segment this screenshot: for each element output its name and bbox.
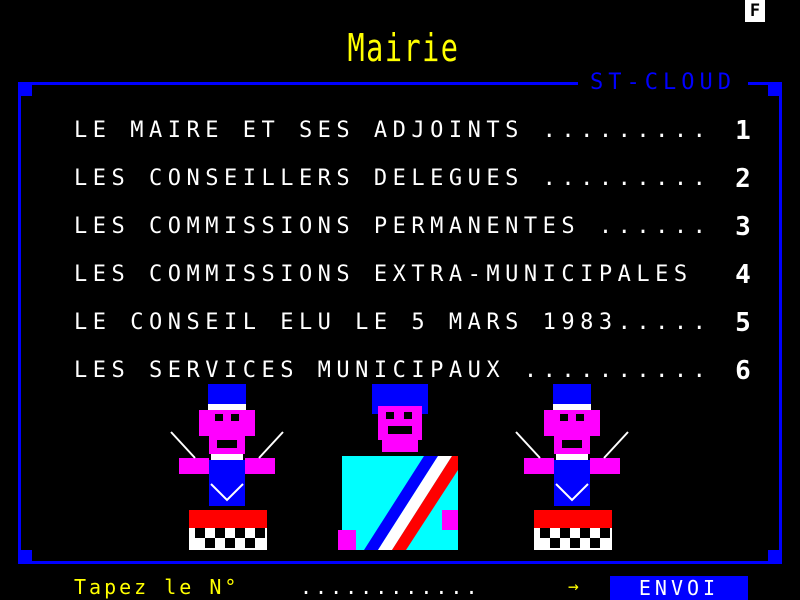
drummer-right-illustration — [515, 384, 629, 550]
mayor-illustration — [338, 384, 458, 550]
frame-corner-tr — [768, 82, 782, 96]
drummer-left-illustration — [170, 384, 284, 550]
frame-corner-br — [768, 550, 782, 564]
minitel-screen: F Mairie ST-CLOUD LE MAIRE ET SES ADJOIN… — [0, 0, 800, 600]
choice-prompt: Tapez le N° — [74, 575, 240, 599]
menu-item-3[interactable]: LES COMMISSIONS PERMANENTES ...... — [74, 212, 711, 242]
envoi-button[interactable]: ENVOI — [610, 576, 748, 600]
frame-bottom — [18, 561, 782, 564]
menu-item-5-number: 5 — [735, 308, 751, 338]
arrow-icon: → — [568, 576, 579, 597]
page-title: Mairie — [347, 26, 460, 70]
menu-item-4-number: 4 — [735, 260, 751, 290]
menu-item-3-number: 3 — [735, 212, 751, 242]
connection-indicator: F — [745, 0, 765, 22]
menu-item-5[interactable]: LE CONSEIL ELU LE 5 MARS 1983..... — [74, 308, 711, 338]
frame-left — [18, 82, 21, 564]
choice-input-field[interactable]: ............ — [300, 574, 481, 600]
frame-corner-tl — [18, 82, 32, 96]
menu-item-1-number: 1 — [735, 116, 751, 146]
menu-item-1[interactable]: LE MAIRE ET SES ADJOINTS ......... — [74, 116, 711, 146]
frame-right — [779, 82, 782, 564]
menu-item-2-number: 2 — [735, 164, 751, 194]
menu-item-2[interactable]: LES CONSEILLERS DELEGUES ......... — [74, 164, 711, 194]
city-name: ST-CLOUD — [578, 70, 748, 96]
menu-item-4[interactable]: LES COMMISSIONS EXTRA-MUNICIPALES — [74, 260, 693, 290]
menu-item-6-number: 6 — [735, 356, 751, 386]
frame-corner-bl — [18, 550, 32, 564]
